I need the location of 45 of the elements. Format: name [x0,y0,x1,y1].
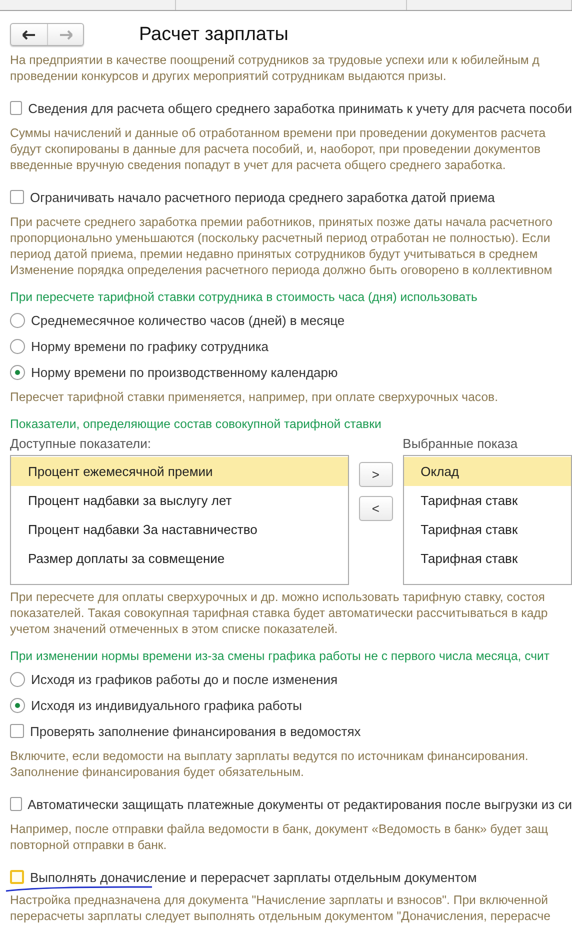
description-text: учетом значений отмеченных в этом списке показателей. [10,621,339,637]
radio-label[interactable]: Исходя из индивидуального графика работы [31,698,302,712]
description-text: период датой приема, премии недавно принятых сотрудников будут учитываться в среднем [10,246,539,262]
checkbox-label[interactable]: Сведения для расчета общего среднего заработка принимать к учету для расчета пособи [28,100,572,116]
description-text: На предприятии в качестве поощрений сотрудников за трудовые успехи или к юбилейным д [10,52,540,68]
radio-label[interactable]: Среднемесячное количество часов (дней) в месяце [31,312,345,328]
description-text: При пересчете для оплаты сверхурочных и др. можно использовать тарифную ставку, состоя [10,589,546,605]
radio-label[interactable]: Норму времени по производственному календарю [31,364,338,380]
description-text: будут скопированы в данные для расчета пособий, и, наоборот, при проведении документов [10,141,542,157]
description-text: Суммы начислений и данные об отработанном времени при проведении документов расчета [10,125,547,141]
list-item[interactable]: Процент надбавки За наставничество [11,515,348,544]
radio-label[interactable]: Исходя из графиков работы до и после изменения [31,672,338,686]
list-item[interactable]: Процент надбавки за выслугу лет [11,486,348,515]
radio-label[interactable]: Норму времени по графику сотрудника [31,338,269,354]
section-heading: При пересчете тарифной ставки сотрудника в стоимость часа (дня) использовать [10,289,478,305]
description-text: перерасчеты зарплаты следует выполнять отдельным документом "Доначисления, перерасче [10,908,552,924]
section-heading: При изменении нормы времени из-за смены графика работы не с первого числа месяца, счит [10,648,551,664]
list-item[interactable]: Тарифная ставк [404,544,571,573]
checkbox-label[interactable]: Выполнять доначисление и перерасчет зарплаты отдельным документом [30,870,477,884]
description-text: повторной отправки в банк. [10,837,168,853]
description-text: Например, после отправки файла ведомости в банк, документ «Ведомость в банк» будет защ [10,821,549,837]
list-item[interactable]: Процент ежемесячной премии [11,457,348,486]
description-text: пропорционально уменьшаются (поскольку расчетный период отработан не полностью). Если [10,230,552,246]
list-label: Выбранные показа [402,436,519,451]
section-heading: Показатели, определяющие состав совокупной тарифной ставки [10,416,382,432]
checkbox-label[interactable]: Проверять заполнение финансирования в ведомостях [30,724,361,738]
description-text: Заполнение финансирования будет обязательным. [10,764,305,780]
list-item[interactable]: Размер доплаты за совмещение [11,544,348,573]
checkbox-label[interactable]: Автоматически защищать платежные документы от редактирования после выгрузки из си [28,796,572,812]
description-text: При расчете среднего заработка премии работников, принятых позже даты начала расчетного [10,214,554,230]
page-title: Расчет зарплаты [139,24,288,46]
remove-button[interactable]: < [358,496,393,521]
list-item[interactable]: Тарифная ставк [404,486,571,515]
description-text: показателей. Такая совокупная тарифная ставка будет автоматически рассчитываться в кадр [10,605,549,621]
description-text: Включите, если ведомости на выплату зарплаты ведутся по источникам финансирования. [10,748,530,764]
description-text: введенные вручную сведения попадут в учет для расчета общего среднего заработка. [10,157,507,173]
description-text: проведении конкурсов и других мероприятий сотрудникам выдаются призы. [10,68,448,84]
list-item[interactable]: Тарифная ставк [404,515,571,544]
checkbox-label[interactable]: Ограничивать начало расчетного периода среднего заработка датой приема [30,190,495,204]
list-label: Доступные показатели: [10,436,152,451]
add-button[interactable]: > [358,462,393,487]
list-item[interactable]: Оклад [404,457,571,486]
description-text: Настройка предназначена для документа "Начисление зарплаты и взносов". При включенной [10,892,550,908]
description-text: Пересчет тарифной ставки применяется, например, при оплате сверхурочных часов. [10,389,499,405]
description-text: Изменение порядка определения расчетного периода должно быть оговорено в коллективном [10,262,554,278]
